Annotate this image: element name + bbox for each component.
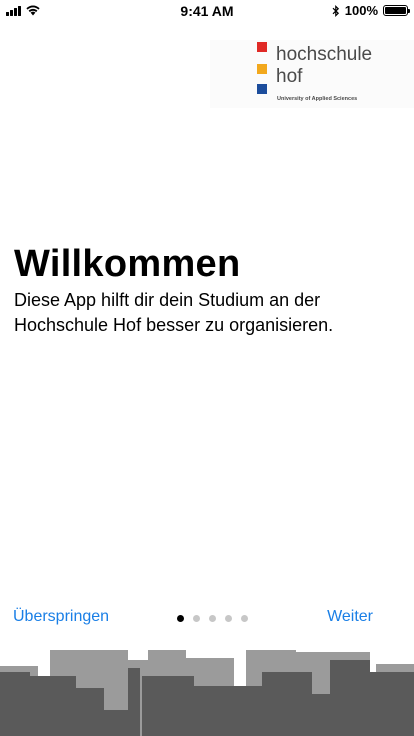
welcome-text: Diese App hilft dir dein Studium an der …: [14, 290, 334, 335]
skip-button[interactable]: Überspringen: [13, 608, 109, 626]
logo-mark-blue: [257, 84, 267, 94]
page-dot[interactable]: [241, 615, 248, 622]
status-right: 100%: [332, 3, 410, 18]
status-bar: 9:41 AM 100%: [0, 0, 414, 20]
page-dot[interactable]: [225, 615, 232, 622]
welcome-title: Willkommen: [14, 243, 241, 285]
page-dot[interactable]: [193, 615, 200, 622]
logo-mark-yellow: [257, 64, 267, 74]
bluetooth-icon: [332, 4, 339, 17]
skyline-illustration: [0, 650, 414, 736]
battery-icon: [383, 5, 410, 16]
page-dot[interactable]: [177, 615, 184, 622]
page-indicator[interactable]: [177, 615, 248, 622]
logo-subtitle: University of Applied Sciences: [277, 96, 358, 102]
page-dot[interactable]: [209, 615, 216, 622]
next-button[interactable]: Weiter: [327, 608, 373, 626]
logo-name: hochschule hof: [276, 44, 373, 87]
battery-percent: 100%: [344, 3, 378, 18]
onboarding-screen: 9:41 AM 100% hochschule hof University o…: [0, 0, 414, 736]
hochschule-hof-logo: hochschule hof University of Applied Sci…: [210, 40, 414, 108]
logo-mark-red: [257, 42, 267, 52]
